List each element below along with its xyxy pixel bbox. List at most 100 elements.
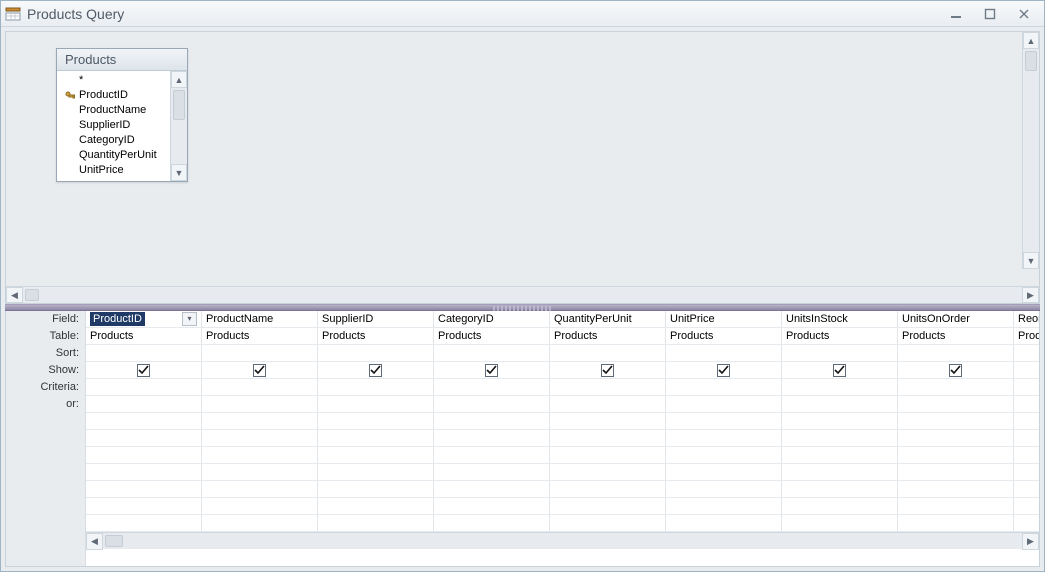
qbe-cell-blank[interactable] <box>86 447 202 463</box>
qbe-cell-blank[interactable] <box>202 430 318 446</box>
qbe-cell-blank[interactable] <box>1014 515 1039 531</box>
close-button[interactable] <box>1014 6 1034 22</box>
qbe-cell-table[interactable]: Products <box>782 328 898 344</box>
qbe-cell-blank[interactable] <box>86 464 202 480</box>
qbe-cell-table[interactable]: Products <box>1014 328 1039 344</box>
qbe-cell-blank[interactable] <box>434 447 550 463</box>
scroll-thumb[interactable] <box>105 535 123 547</box>
qbe-cell-field[interactable]: UnitsInStock <box>782 311 898 327</box>
qbe-cell-blank[interactable] <box>550 498 666 514</box>
scroll-down-button[interactable]: ▼ <box>171 164 187 181</box>
maximize-button[interactable] <box>980 6 1000 22</box>
qbe-cell-criteria[interactable] <box>782 379 898 395</box>
qbe-cell-blank[interactable] <box>434 464 550 480</box>
qbe-cell-or[interactable] <box>1014 396 1039 412</box>
qbe-cell-blank[interactable] <box>550 413 666 429</box>
qbe-cell-blank[interactable] <box>666 515 782 531</box>
qbe-cell-criteria[interactable] <box>550 379 666 395</box>
table-field-item[interactable]: ProductName <box>65 103 170 118</box>
qbe-cell-or[interactable] <box>898 396 1014 412</box>
qbe-cell-blank[interactable] <box>666 481 782 497</box>
qbe-cell-show[interactable] <box>666 362 782 378</box>
qbe-cell-blank[interactable] <box>86 515 202 531</box>
qbe-cell-field[interactable]: ProductName <box>202 311 318 327</box>
scroll-up-button[interactable]: ▲ <box>171 71 187 88</box>
qbe-cell-table[interactable]: Products <box>318 328 434 344</box>
scroll-thumb[interactable] <box>1025 51 1037 71</box>
qbe-cell-blank[interactable] <box>202 413 318 429</box>
qbe-cell-blank[interactable] <box>1014 498 1039 514</box>
qbe-cell-blank[interactable] <box>898 447 1014 463</box>
qbe-cell-blank[interactable] <box>782 498 898 514</box>
qbe-cell-blank[interactable] <box>318 481 434 497</box>
qbe-cell-criteria[interactable] <box>666 379 782 395</box>
scroll-down-button[interactable]: ▼ <box>1023 252 1039 269</box>
show-checkbox[interactable] <box>369 364 382 377</box>
minimize-button[interactable] <box>946 6 966 22</box>
grid-horizontal-scrollbar[interactable]: ◀ ▶ <box>86 532 1039 549</box>
qbe-cell-sort[interactable] <box>666 345 782 361</box>
qbe-cell-show[interactable] <box>318 362 434 378</box>
show-checkbox[interactable] <box>949 364 962 377</box>
show-checkbox[interactable] <box>601 364 614 377</box>
scroll-up-button[interactable]: ▲ <box>1023 32 1039 49</box>
qbe-cell-blank[interactable] <box>1014 447 1039 463</box>
qbe-cell-blank[interactable] <box>318 413 434 429</box>
qbe-cell-blank[interactable] <box>666 430 782 446</box>
qbe-cell-blank[interactable] <box>898 430 1014 446</box>
qbe-cell-field[interactable]: SupplierID <box>318 311 434 327</box>
scroll-track[interactable] <box>103 533 1022 549</box>
table-field-list[interactable]: *ProductIDProductNameSupplierIDCategoryI… <box>57 71 170 181</box>
qbe-cell-field[interactable]: ReorderLevel <box>1014 311 1039 327</box>
qbe-cell-blank[interactable] <box>782 481 898 497</box>
qbe-cell-criteria[interactable] <box>86 379 202 395</box>
qbe-cell-criteria[interactable] <box>898 379 1014 395</box>
qbe-cell-blank[interactable] <box>1014 481 1039 497</box>
qbe-cell-blank[interactable] <box>202 481 318 497</box>
qbe-cell-criteria[interactable] <box>1014 379 1039 395</box>
qbe-cell-table[interactable]: Products <box>202 328 318 344</box>
qbe-cell-criteria[interactable] <box>318 379 434 395</box>
relationship-canvas[interactable]: Products *ProductIDProductNameSupplierID… <box>6 32 1039 286</box>
qbe-cell-show[interactable] <box>202 362 318 378</box>
qbe-cell-blank[interactable] <box>666 413 782 429</box>
qbe-cell-sort[interactable] <box>782 345 898 361</box>
qbe-cell-blank[interactable] <box>86 413 202 429</box>
qbe-cell-blank[interactable] <box>434 413 550 429</box>
table-card-products[interactable]: Products *ProductIDProductNameSupplierID… <box>56 48 188 182</box>
qbe-cell-blank[interactable] <box>666 464 782 480</box>
qbe-cell-sort[interactable] <box>550 345 666 361</box>
scroll-thumb[interactable] <box>173 90 185 120</box>
qbe-cell-field[interactable]: QuantityPerUnit <box>550 311 666 327</box>
qbe-cell-blank[interactable] <box>318 498 434 514</box>
pane-vertical-scrollbar[interactable]: ▲ ▼ <box>1022 32 1039 269</box>
show-checkbox[interactable] <box>253 364 266 377</box>
scroll-thumb[interactable] <box>25 289 39 301</box>
qbe-cell-blank[interactable] <box>318 464 434 480</box>
qbe-cell-table[interactable]: Products <box>86 328 202 344</box>
qbe-cell-sort[interactable] <box>318 345 434 361</box>
table-field-item[interactable]: QuantityPerUnit <box>65 148 170 163</box>
qbe-cell-or[interactable] <box>782 396 898 412</box>
scroll-track[interactable] <box>171 122 187 164</box>
qbe-cell-blank[interactable] <box>782 447 898 463</box>
qbe-cell-table[interactable]: Products <box>666 328 782 344</box>
qbe-cell-show[interactable] <box>86 362 202 378</box>
qbe-cell-blank[interactable] <box>898 481 1014 497</box>
qbe-cell-or[interactable] <box>550 396 666 412</box>
qbe-cell-blank[interactable] <box>86 430 202 446</box>
qbe-cell-blank[interactable] <box>1014 413 1039 429</box>
show-checkbox[interactable] <box>833 364 846 377</box>
qbe-cell-show[interactable] <box>898 362 1014 378</box>
qbe-cell-or[interactable] <box>202 396 318 412</box>
qbe-cell-blank[interactable] <box>782 464 898 480</box>
qbe-cell-show[interactable] <box>1014 362 1039 378</box>
field-dropdown-button[interactable]: ▾ <box>182 312 197 326</box>
qbe-cell-blank[interactable] <box>202 498 318 514</box>
qbe-grid[interactable]: ProductID▾ProductNameSupplierIDCategoryI… <box>86 311 1039 566</box>
relationship-pane[interactable]: Products *ProductIDProductNameSupplierID… <box>5 31 1040 304</box>
qbe-cell-field[interactable]: ProductID▾ <box>86 311 202 327</box>
qbe-cell-blank[interactable] <box>434 515 550 531</box>
qbe-cell-field[interactable]: UnitsOnOrder <box>898 311 1014 327</box>
scroll-left-button[interactable]: ◀ <box>86 533 103 550</box>
